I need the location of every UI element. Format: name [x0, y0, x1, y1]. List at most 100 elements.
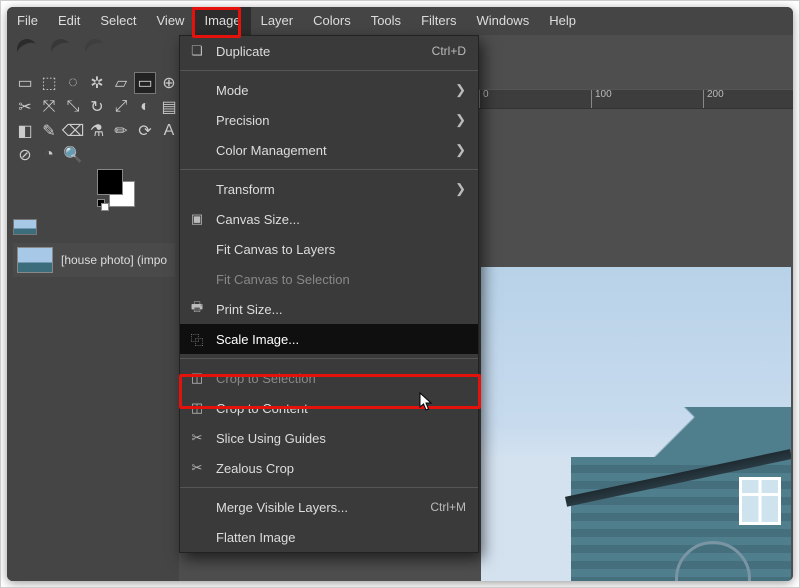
menu-item-label: Merge Visible Layers... — [216, 500, 420, 515]
menu-item-label: Zealous Crop — [216, 461, 466, 476]
menu-item-label: Fit Canvas to Selection — [216, 272, 466, 287]
menu-item-label: Crop to Selection — [216, 371, 466, 386]
menu-item-label: Color Management — [216, 143, 445, 158]
tool-23[interactable]: 🔍 — [62, 144, 84, 166]
menu-item-print-size[interactable]: 🖶 Print Size... — [180, 294, 478, 324]
scale-image-icon: ⿻ — [188, 330, 206, 349]
menu-item-duplicate[interactable]: ❏DuplicateCtrl+D — [180, 36, 478, 66]
menu-item-mode[interactable]: Mode ❯ — [180, 75, 478, 105]
tool-11[interactable]: ⤢ — [110, 96, 132, 118]
tool-14[interactable]: ◧ — [14, 120, 36, 142]
menu-windows[interactable]: Windows — [466, 7, 539, 35]
menu-item-scale-image[interactable]: ⿻ Scale Image... — [180, 324, 478, 354]
menu-item-label: Flatten Image — [216, 530, 466, 545]
menu-item-transform[interactable]: Transform ❯ — [180, 174, 478, 204]
house-artwork — [571, 407, 791, 581]
menu-image[interactable]: Image — [194, 7, 250, 35]
menu-separator — [180, 358, 478, 359]
menu-separator — [180, 70, 478, 71]
tool-8[interactable]: ⤧ — [38, 96, 60, 118]
crop-selection-icon: ◫ — [188, 370, 206, 386]
tool-21[interactable]: ⊘ — [14, 144, 36, 166]
chevron-right-icon: ❯ — [455, 112, 466, 128]
toolbox: ▭⬚◌✲▱▭⊕✂⤧⤡↻⤢◐▤◧✎⌫⚗✏⟳A⊘◔🔍 — [13, 71, 181, 167]
menu-item-label: Duplicate — [216, 44, 422, 59]
chevron-right-icon: ❯ — [455, 181, 466, 197]
tool-0[interactable]: ▭ — [14, 72, 36, 94]
menu-item-fit-canvas-to-layers[interactable]: Fit Canvas to Layers — [180, 234, 478, 264]
tool-10[interactable]: ↻ — [86, 96, 108, 118]
chevron-right-icon: ❯ — [455, 82, 466, 98]
menu-item-label: Crop to Content — [216, 401, 466, 416]
menu-item-crop-to-selection: ◫ Crop to Selection — [180, 363, 478, 393]
tool-4[interactable]: ▱ — [110, 72, 132, 94]
tool-9[interactable]: ⤡ — [62, 96, 84, 118]
menu-layer[interactable]: Layer — [251, 7, 304, 35]
tool-19[interactable]: ⟳ — [134, 120, 156, 142]
menu-select[interactable]: Select — [90, 7, 146, 35]
tool-1[interactable]: ⬚ — [38, 72, 60, 94]
app-frame: FileEditSelectViewImageLayerColorsToolsF… — [0, 0, 800, 588]
menu-file[interactable]: File — [7, 7, 48, 35]
tool-18[interactable]: ✏ — [110, 120, 132, 142]
chevron-right-icon: ❯ — [455, 142, 466, 158]
menu-item-label: Fit Canvas to Layers — [216, 242, 466, 257]
menu-separator — [180, 169, 478, 170]
swap-colors-icon[interactable] — [97, 199, 107, 209]
ruler-tick: 100 — [591, 90, 612, 108]
menu-item-color-management[interactable]: Color Management ❯ — [180, 135, 478, 165]
menu-item-flatten-image[interactable]: Flatten Image — [180, 522, 478, 552]
tool-5[interactable]: ▭ — [134, 72, 156, 94]
menu-item-precision[interactable]: Precision ❯ — [180, 105, 478, 135]
tool-3[interactable]: ✲ — [86, 72, 108, 94]
menu-item-label: Transform — [216, 182, 445, 197]
menu-item-slice-using-guides[interactable]: ✂Slice Using Guides — [180, 423, 478, 453]
menu-item-label: Scale Image... — [216, 332, 466, 347]
menu-item-label: Precision — [216, 113, 445, 128]
menu-item-shortcut: Ctrl+D — [432, 44, 466, 58]
panel-tab-2[interactable] — [13, 219, 37, 235]
ruler-tick: 200 — [703, 90, 724, 108]
menu-edit[interactable]: Edit — [48, 7, 90, 35]
tool-15[interactable]: ✎ — [38, 120, 60, 142]
canvas-image[interactable] — [481, 267, 791, 581]
image-menu-dropdown: ❏DuplicateCtrl+DMode❯Precision❯Color Man… — [179, 35, 479, 553]
layer-title: [house photo] (impo — [61, 253, 167, 267]
menu-item-zealous-crop[interactable]: ✂ Zealous Crop — [180, 453, 478, 483]
tool-12[interactable]: ◐ — [134, 96, 156, 118]
menu-tools[interactable]: Tools — [361, 7, 411, 35]
app-window: FileEditSelectViewImageLayerColorsToolsF… — [7, 7, 793, 581]
tool-strip: ▭⬚◌✲▱▭⊕✂⤧⤡↻⤢◐▤◧✎⌫⚗✏⟳A⊘◔🔍 — [7, 35, 179, 165]
menu-colors[interactable]: Colors — [303, 7, 361, 35]
tool-20[interactable]: A — [158, 120, 180, 142]
menu-view[interactable]: View — [147, 7, 195, 35]
tool-7[interactable]: ✂ — [14, 96, 36, 118]
tool-13[interactable]: ▤ — [158, 96, 180, 118]
layer-row[interactable]: [house photo] (impo — [13, 243, 175, 277]
tool-17[interactable]: ⚗ — [86, 120, 108, 142]
menu-item-label: Mode — [216, 83, 445, 98]
tool-16[interactable]: ⌫ — [62, 120, 84, 142]
canvas-size-icon: ▣ — [188, 211, 206, 227]
tool-22[interactable]: ◔ — [38, 144, 60, 166]
menu-item-crop-to-content[interactable]: ◫Crop to Content — [180, 393, 478, 423]
gimp-logo-arcs — [17, 39, 119, 64]
menu-item-merge-visible-layers[interactable]: Merge Visible Layers... Ctrl+M — [180, 492, 478, 522]
tool-6[interactable]: ⊕ — [158, 72, 180, 94]
menu-filters[interactable]: Filters — [411, 7, 466, 35]
menu-item-canvas-size[interactable]: ▣Canvas Size... — [180, 204, 478, 234]
menu-separator — [180, 487, 478, 488]
panel-tabs — [13, 219, 37, 235]
horizontal-ruler: 0100200 — [479, 89, 793, 109]
menu-item-label: Slice Using Guides — [216, 431, 466, 446]
menubar: FileEditSelectViewImageLayerColorsToolsF… — [7, 7, 793, 35]
foreground-color-swatch[interactable] — [97, 169, 123, 195]
left-panel: [house photo] (impo — [7, 165, 179, 581]
tool-2[interactable]: ◌ — [62, 72, 84, 94]
menu-item-shortcut: Ctrl+M — [430, 500, 466, 514]
menu-item-fit-canvas-to-selection: Fit Canvas to Selection — [180, 264, 478, 294]
menu-help[interactable]: Help — [539, 7, 586, 35]
menu-item-label: Print Size... — [216, 302, 466, 317]
print-size-icon: 🖶 — [188, 298, 206, 320]
zealous-crop-icon: ✂ — [188, 460, 206, 476]
